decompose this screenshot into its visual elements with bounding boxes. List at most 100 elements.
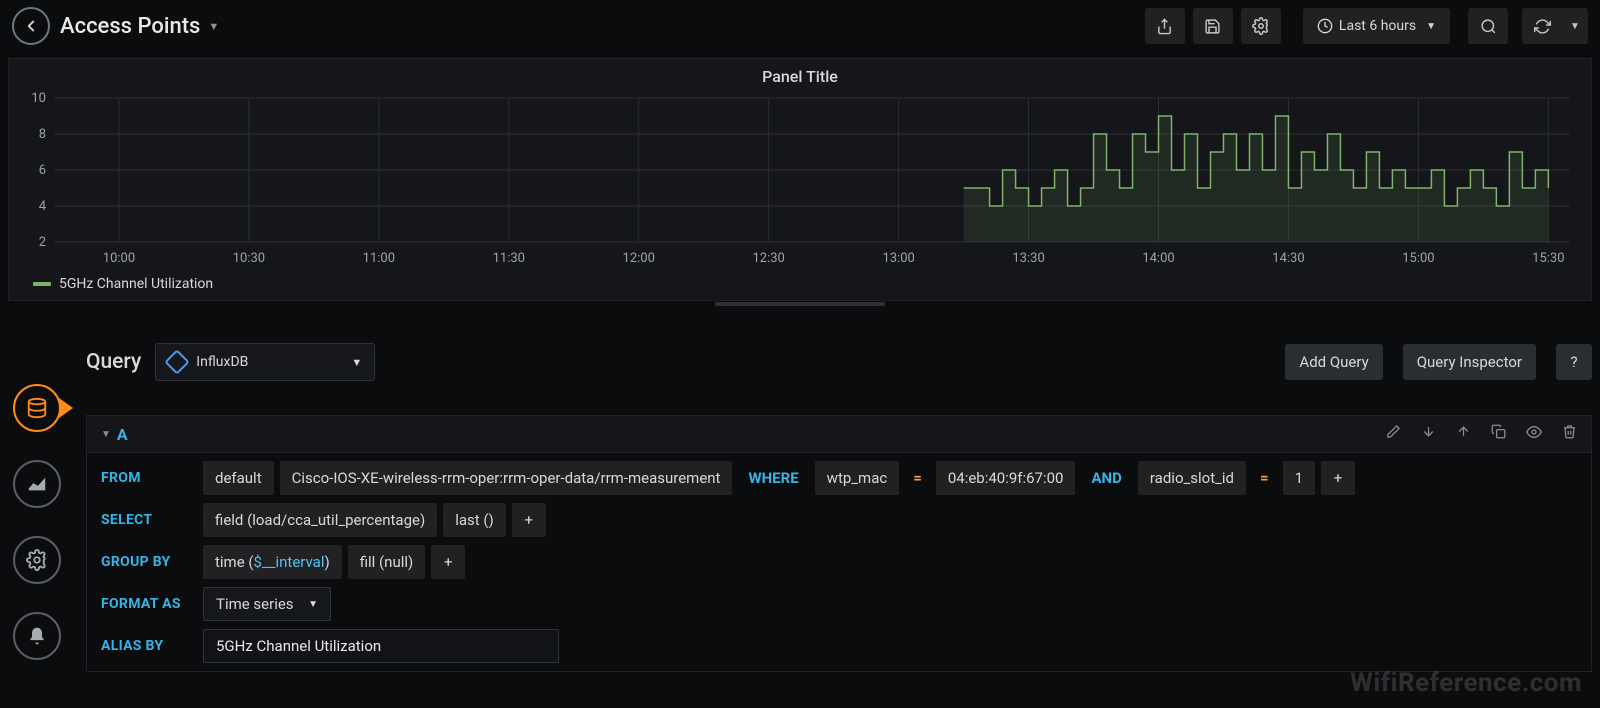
query-body: ▼ A — [86, 415, 1592, 672]
query-editor: Query InfluxDB ▼ Add Query Query Inspect… — [86, 339, 1592, 672]
eye-icon — [1526, 424, 1542, 440]
tab-queries[interactable] — [13, 384, 61, 432]
duplicate-query-button[interactable] — [1491, 424, 1506, 444]
aliasby-row: ALIAS BY 5GHz Channel Utilization — [87, 625, 1591, 667]
toolbar-icon-group — [1141, 8, 1281, 44]
svg-text:14:30: 14:30 — [1272, 251, 1304, 266]
save-icon — [1204, 18, 1221, 35]
panel-title: Panel Title — [9, 59, 1591, 90]
from-policy-segment[interactable]: default — [203, 461, 274, 495]
where-value-1[interactable]: 04:eb:40:9f:67:00 — [936, 461, 1076, 495]
where-field-2[interactable]: radio_slot_id — [1138, 461, 1246, 495]
and-keyword: AND — [1081, 461, 1131, 495]
page-title[interactable]: Access Points ▼ — [60, 14, 219, 39]
arrow-down-icon — [1421, 424, 1436, 439]
query-inspector-button[interactable]: Query Inspector — [1403, 344, 1536, 380]
svg-text:13:00: 13:00 — [882, 251, 914, 266]
groupby-fill-segment[interactable]: fill (null) — [348, 545, 426, 579]
help-button[interactable]: ? — [1556, 344, 1592, 380]
where-op-2[interactable]: = — [1252, 461, 1277, 495]
drag-handle-bar — [715, 302, 885, 306]
move-up-button[interactable] — [1456, 424, 1471, 444]
bell-icon — [27, 626, 47, 646]
refresh-group: ▼ — [1518, 8, 1588, 44]
groupby-label: GROUP BY — [101, 545, 197, 579]
where-field-1[interactable]: wtp_mac — [815, 461, 900, 495]
watermark: WifiReference.com — [1350, 668, 1582, 698]
svg-text:14:00: 14:00 — [1142, 251, 1174, 266]
arrow-up-icon — [1456, 424, 1471, 439]
add-groupby-segment[interactable]: + — [431, 545, 465, 579]
select-agg-segment[interactable]: last () — [443, 503, 506, 537]
settings-button[interactable] — [1241, 8, 1281, 44]
aliasby-input[interactable]: 5GHz Channel Utilization — [203, 629, 559, 663]
formatas-row: FORMAT AS Time series ▼ — [87, 583, 1591, 625]
tab-alert[interactable] — [13, 612, 61, 660]
refresh-button[interactable] — [1522, 8, 1562, 44]
svg-text:11:00: 11:00 — [363, 251, 395, 266]
share-button[interactable] — [1145, 8, 1185, 44]
tab-general[interactable] — [13, 536, 61, 584]
formatas-label: FORMAT AS — [101, 587, 197, 621]
query-letter-text: A — [117, 425, 128, 444]
time-range-picker[interactable]: Last 6 hours ▼ — [1303, 8, 1450, 44]
chart-area[interactable]: 24681010:0010:3011:0011:3012:0012:3013:0… — [9, 90, 1591, 270]
groupby-time-segment[interactable]: time ($__interval) — [203, 545, 342, 579]
select-field-segment[interactable]: field (load/cca_util_percentage) — [203, 503, 437, 537]
move-down-button[interactable] — [1421, 424, 1436, 444]
panel: Panel Title 24681010:0010:3011:0011:3012… — [8, 58, 1592, 301]
svg-text:11:30: 11:30 — [493, 251, 525, 266]
edit-query-button[interactable] — [1386, 424, 1401, 444]
svg-text:6: 6 — [39, 163, 46, 178]
from-measurement-segment[interactable]: Cisco-IOS-XE-wireless-rrm-oper:rrm-oper-… — [280, 461, 733, 495]
svg-text:2: 2 — [39, 235, 46, 250]
refresh-interval-button[interactable]: ▼ — [1562, 8, 1588, 44]
arrow-left-icon — [22, 17, 40, 35]
chart-icon — [26, 473, 48, 495]
svg-text:13:30: 13:30 — [1012, 251, 1044, 266]
share-icon — [1156, 18, 1173, 35]
where-op-1[interactable]: = — [905, 461, 930, 495]
save-button[interactable] — [1193, 8, 1233, 44]
panel-resize-handle[interactable] — [0, 301, 1600, 307]
query-header: Query InfluxDB ▼ Add Query Query Inspect… — [86, 339, 1592, 385]
groupby-row: GROUP BY time ($__interval) fill (null) … — [87, 541, 1591, 583]
database-icon — [26, 397, 48, 419]
gear-icon — [1252, 17, 1270, 35]
legend: 5GHz Channel Utilization — [9, 270, 1591, 300]
influxdb-icon — [165, 349, 190, 374]
legend-label[interactable]: 5GHz Channel Utilization — [59, 276, 213, 292]
add-query-button[interactable]: Add Query — [1285, 344, 1382, 380]
from-row: FROM default Cisco-IOS-XE-wireless-rrm-o… — [87, 457, 1591, 499]
add-select-segment[interactable]: + — [512, 503, 546, 537]
clock-icon — [1317, 18, 1333, 34]
copy-icon — [1491, 424, 1506, 439]
page-title-text: Access Points — [60, 14, 200, 39]
from-label: FROM — [101, 461, 197, 495]
svg-text:15:00: 15:00 — [1402, 251, 1434, 266]
add-where-segment[interactable]: + — [1321, 461, 1355, 495]
hide-query-button[interactable] — [1526, 424, 1542, 444]
formatas-select[interactable]: Time series ▼ — [203, 587, 331, 621]
select-row: SELECT field (load/cca_util_percentage) … — [87, 499, 1591, 541]
datasource-picker[interactable]: InfluxDB ▼ — [155, 343, 375, 381]
svg-text:12:00: 12:00 — [623, 251, 655, 266]
groupby-time-var: $__interval — [254, 553, 325, 571]
groupby-time-pre: time ( — [215, 553, 254, 571]
svg-text:12:30: 12:30 — [752, 251, 784, 266]
time-range-label: Last 6 hours — [1339, 18, 1416, 34]
chevron-down-icon: ▼ — [308, 599, 318, 610]
zoom-out-button[interactable] — [1468, 8, 1508, 44]
where-value-2[interactable]: 1 — [1283, 461, 1315, 495]
svg-text:10:00: 10:00 — [103, 251, 135, 266]
query-letter[interactable]: ▼ A — [101, 425, 128, 444]
back-button[interactable] — [12, 7, 50, 45]
chevron-down-icon: ▼ — [101, 429, 111, 440]
aliasby-label: ALIAS BY — [101, 629, 197, 663]
delete-query-button[interactable] — [1562, 424, 1577, 444]
svg-text:4: 4 — [39, 199, 47, 214]
tab-visualization[interactable] — [13, 460, 61, 508]
svg-text:15:30: 15:30 — [1532, 251, 1564, 266]
chevron-down-icon: ▼ — [351, 356, 362, 369]
chart-svg: 24681010:0010:3011:0011:3012:0012:3013:0… — [9, 90, 1591, 270]
